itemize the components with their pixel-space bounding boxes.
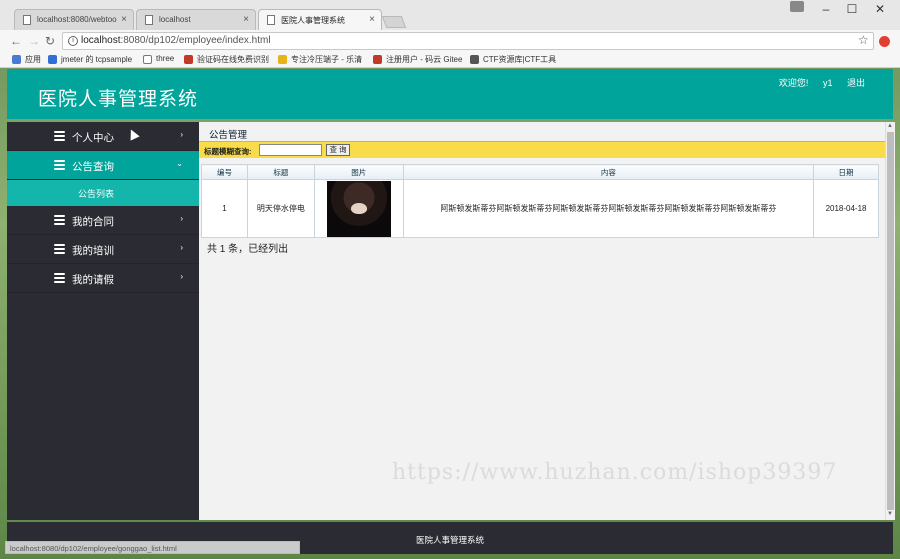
document-icon xyxy=(267,15,275,25)
sidebar-item-notice-query[interactable]: 公告查询 ⌄ xyxy=(7,151,199,180)
bookmark-item[interactable]: jmeter 的 tcpsample xyxy=(48,54,132,65)
chevron-right-icon: › xyxy=(180,130,183,139)
search-label: 标题模糊查询: xyxy=(204,147,252,156)
logout-link[interactable]: 退出 xyxy=(847,78,865,88)
username-link[interactable]: y1 xyxy=(823,78,833,88)
column-header-image: 图片 xyxy=(313,164,404,180)
browser-tab-label: localhost:8080/webtoo xyxy=(37,15,117,24)
info-icon[interactable]: i xyxy=(68,36,78,46)
browser-tab-2[interactable]: localhost × xyxy=(136,9,256,30)
bookmark-item[interactable]: three xyxy=(143,54,174,64)
sidebar-item-label: 我的合同 xyxy=(72,216,114,228)
vertical-scrollbar[interactable]: ▲ ▼ xyxy=(885,122,895,520)
chevron-right-icon: › xyxy=(180,243,183,252)
list-icon xyxy=(54,131,65,141)
browser-status-bar: localhost:8080/dp102/employee/gonggao_li… xyxy=(5,541,300,554)
scroll-down-icon[interactable]: ▼ xyxy=(887,511,893,517)
cell-image xyxy=(313,179,404,238)
browser-tab-1[interactable]: localhost:8080/webtoo × xyxy=(14,9,134,30)
app-header: 医院人事管理系统 欢迎您! y1 退出 xyxy=(7,69,893,119)
maximize-icon[interactable]: ☐ xyxy=(842,2,862,16)
cell-date: 2018-04-18 xyxy=(813,179,879,238)
notice-thumbnail-image xyxy=(326,180,391,237)
bookmark-item[interactable]: 专注冷压端子 - 乐清 xyxy=(278,54,362,65)
scroll-up-icon[interactable]: ▲ xyxy=(887,123,893,129)
new-tab-button[interactable] xyxy=(381,16,407,28)
sidebar-item-label: 我的请假 xyxy=(72,274,114,286)
welcome-text: 欢迎您! xyxy=(778,78,809,88)
gitee-icon xyxy=(373,55,382,64)
bookmark-item[interactable]: 验证码在线免费识别 xyxy=(184,54,269,65)
chevron-right-icon: › xyxy=(180,272,183,281)
sidebar-item-my-training[interactable]: 我的培训 › xyxy=(7,235,199,264)
sidebar-item-my-leave[interactable]: 我的请假 › xyxy=(7,264,199,293)
reload-icon[interactable]: ↻ xyxy=(45,34,55,48)
url-host: localhost xyxy=(81,35,121,46)
search-button[interactable]: 查 询 xyxy=(326,144,350,156)
minimize-icon[interactable]: – xyxy=(816,2,836,16)
url-input[interactable]: i localhost:8080/dp102/employee/index.ht… xyxy=(62,32,874,50)
header-links: 欢迎您! y1 退出 xyxy=(767,76,865,89)
sidebar: 个人中心 › 公告查询 ⌄ 公告列表 我的合同 › 我的培训 › 我的请假 › xyxy=(7,122,199,520)
bookmark-item[interactable]: CTF资源库|CTF工具 xyxy=(470,54,556,65)
close-tab-icon[interactable]: × xyxy=(243,14,249,25)
user-icon xyxy=(470,55,479,64)
table-header-row: 编号 标题 图片 内容 日期 xyxy=(201,164,879,180)
profile-icon[interactable] xyxy=(790,1,804,12)
document-icon xyxy=(23,15,31,25)
browser-tab-label: 医院人事管理系统 xyxy=(281,16,345,25)
apps-grid-icon xyxy=(12,55,21,64)
close-tab-icon[interactable]: × xyxy=(121,14,127,25)
shield-icon xyxy=(48,55,57,64)
document-icon xyxy=(143,55,152,64)
column-header-date: 日期 xyxy=(813,164,879,180)
column-header-title: 标题 xyxy=(246,164,315,180)
back-icon[interactable]: ← xyxy=(10,34,22,48)
sidebar-item-label: 公告查询 xyxy=(72,161,114,173)
address-bar-row: ← → ↻ i localhost:8080/dp102/employee/in… xyxy=(0,30,900,52)
list-icon xyxy=(54,215,65,225)
bookmark-item[interactable]: 应用 xyxy=(12,54,41,65)
document-icon xyxy=(145,15,153,25)
app-title: 医院人事管理系统 xyxy=(38,89,199,110)
browser-tab-3[interactable]: 医院人事管理系统 × xyxy=(258,9,382,30)
close-tab-icon[interactable]: × xyxy=(369,14,375,25)
cell-title: 明天停水停电 xyxy=(246,179,315,238)
notice-table: 编号 标题 图片 内容 日期 1 明天停水停电 阿斯顿发斯蒂芬阿斯顿发斯蒂芬阿斯… xyxy=(201,164,879,238)
scrollbar-thumb[interactable] xyxy=(887,132,894,510)
list-icon xyxy=(54,273,65,283)
url-path: :8080/dp102/employee/index.html xyxy=(120,35,271,46)
panel-title: 公告管理 xyxy=(209,130,248,141)
site-icon xyxy=(184,55,193,64)
cell-id: 1 xyxy=(201,179,248,238)
sidebar-item-personal-center[interactable]: 个人中心 › xyxy=(7,122,199,151)
sidebar-item-my-contract[interactable]: 我的合同 › xyxy=(7,206,199,235)
bookmark-star-icon[interactable]: ☆ xyxy=(858,33,869,47)
bookmarks-bar: 应用 jmeter 的 tcpsample three 验证码在线免费识别 专注… xyxy=(0,52,900,68)
table-summary: 共 1 条，已经列出 xyxy=(207,244,289,255)
extension-icon[interactable] xyxy=(879,36,890,47)
forward-icon[interactable]: → xyxy=(28,34,40,48)
watermark-text: https://www.huzhan.com/ishop39397 xyxy=(392,460,838,485)
chevron-down-icon: ⌄ xyxy=(176,159,183,168)
list-icon xyxy=(54,244,65,254)
browser-tab-bar: localhost:8080/webtoo × localhost × 医院人事… xyxy=(0,0,900,30)
cell-content: 阿斯顿发斯蒂芬阿斯顿发斯蒂芬阿斯顿发斯蒂芬阿斯顿发斯蒂芬阿斯顿发斯蒂芬阿斯顿发斯… xyxy=(402,179,815,238)
column-header-content: 内容 xyxy=(402,164,815,180)
table-row: 1 明天停水停电 阿斯顿发斯蒂芬阿斯顿发斯蒂芬阿斯顿发斯蒂芬阿斯顿发斯蒂芬阿斯顿… xyxy=(201,179,879,238)
sidebar-subitem-notice-list[interactable]: 公告列表 xyxy=(7,180,199,206)
close-window-icon[interactable]: ✕ xyxy=(870,2,890,16)
list-icon xyxy=(54,160,65,170)
column-header-id: 编号 xyxy=(201,164,248,180)
site-icon xyxy=(278,55,287,64)
bookmark-item[interactable]: 注册用户 - 码云 Gitee xyxy=(373,54,462,65)
sidebar-item-label: 个人中心 xyxy=(72,132,114,144)
search-bar: 标题模糊查询: 查 询 xyxy=(199,141,885,158)
sidebar-item-label: 我的培训 xyxy=(72,245,114,257)
title-search-input[interactable] xyxy=(259,144,322,156)
browser-tab-label: localhost xyxy=(159,15,191,24)
chevron-right-icon: › xyxy=(180,214,183,223)
